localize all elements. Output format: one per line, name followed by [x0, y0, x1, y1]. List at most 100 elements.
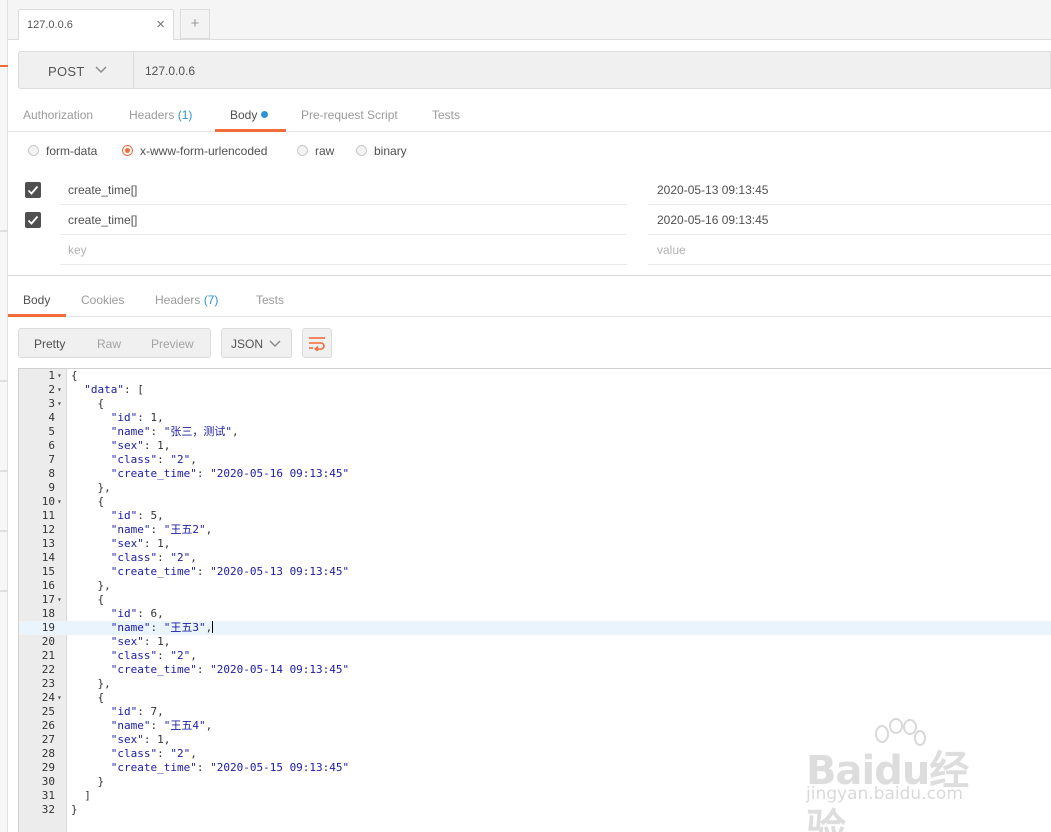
param-value[interactable]: 2020-05-16 09:13:45 [657, 213, 768, 227]
code-line: 2 ▾ "data": [ [19, 383, 1051, 397]
param-value[interactable]: 2020-05-13 09:13:45 [657, 183, 768, 197]
radio-form-data[interactable]: form-data [28, 144, 97, 158]
code-text: "id": 7, [110, 705, 164, 718]
tab-cookies[interactable]: Cookies [81, 293, 124, 307]
code-text: }, [71, 579, 111, 592]
code-line: 14 "class": "2", [19, 551, 1051, 565]
line-number: 14 [41, 551, 55, 564]
line-number: 11 [41, 509, 55, 522]
code-text: { [71, 369, 78, 382]
tab-label: Tests [256, 293, 285, 307]
code-text: "id": 6, [110, 607, 164, 620]
url-input[interactable]: 127.0.0.6 [134, 51, 1051, 89]
format-label: JSON [231, 337, 264, 351]
fold-arrow-icon[interactable]: ▾ [57, 691, 62, 705]
code-text: "create_time": "2020-05-14 09:13:45" [110, 663, 350, 676]
method-select[interactable]: POST [18, 51, 134, 89]
tab-response-body[interactable]: Body [23, 293, 50, 307]
code-line: 24 ▾ { [19, 691, 1051, 705]
baidu-watermark: Baidu经验 jingyan.baidu.com [806, 718, 1006, 832]
watermark-url: jingyan.baidu.com [806, 784, 963, 804]
line-number: 29 [41, 761, 55, 774]
text-caret [212, 621, 214, 633]
sidebar-divider [0, 590, 8, 592]
radio-binary[interactable]: binary [356, 144, 407, 158]
code-text: "name": "张三，测试", [110, 425, 239, 438]
tab-response-headers[interactable]: Headers (7) [155, 293, 218, 307]
tab-headers[interactable]: Headers (1) [129, 108, 192, 122]
param-key[interactable]: create_time[] [68, 183, 137, 197]
line-number: 27 [41, 733, 55, 746]
radio-raw[interactable]: raw [297, 144, 334, 158]
param-row-new: key value [8, 235, 1051, 265]
tab-body[interactable]: Body [230, 108, 269, 122]
param-row: create_time[] 2020-05-13 09:13:45 [8, 175, 1051, 205]
radio-circle-icon [356, 145, 367, 156]
request-tab[interactable]: 127.0.0.6 × [18, 9, 174, 40]
plus-icon[interactable]: + [180, 9, 210, 39]
checkbox-checked-icon[interactable] [25, 212, 41, 228]
response-tabs: Body Cookies Headers (7) Tests [8, 285, 1051, 317]
line-number: 10 [41, 495, 55, 508]
line-number: 18 [41, 607, 55, 620]
code-line: 19 "name": "王五3", [19, 621, 1051, 635]
line-number: 30 [41, 775, 55, 788]
radio-x-www-form-urlencoded[interactable]: x-www-form-urlencoded [122, 144, 267, 158]
view-pretty-button[interactable]: Pretty [34, 337, 65, 351]
fold-arrow-icon[interactable]: ▾ [57, 593, 62, 607]
active-tab-indicator [215, 129, 286, 132]
code-text: "data": [ [84, 383, 144, 396]
fold-arrow-icon[interactable]: ▾ [57, 369, 62, 383]
code-line: 12 "name": "王五2", [19, 523, 1051, 537]
line-number: 21 [41, 649, 55, 662]
code-text: "create_time": "2020-05-13 09:13:45" [110, 565, 350, 578]
code-line: 21 "class": "2", [19, 649, 1051, 663]
code-line: 7 "class": "2", [19, 453, 1051, 467]
key-input[interactable]: key [68, 243, 87, 257]
line-number: 4 [48, 411, 55, 424]
line-number: 17 [41, 593, 55, 606]
tab-authorization[interactable]: Authorization [23, 108, 93, 122]
line-number: 20 [41, 635, 55, 648]
line-number: 5 [48, 425, 55, 438]
code-line: 23 }, [19, 677, 1051, 691]
modified-dot-icon [261, 111, 269, 118]
radio-circle-icon [28, 145, 39, 156]
fold-arrow-icon[interactable]: ▾ [57, 383, 62, 397]
code-line: 25 "id": 7, [19, 705, 1051, 719]
close-icon[interactable]: × [156, 16, 165, 33]
text-wrap-icon [309, 337, 325, 351]
check-icon [27, 185, 39, 195]
chevron-down-icon [95, 66, 107, 73]
sidebar-divider [0, 230, 8, 232]
line-number: 13 [41, 537, 55, 550]
code-line: 10 ▾ { [19, 495, 1051, 509]
tab-test-results[interactable]: Tests [256, 293, 284, 307]
value-input[interactable]: value [657, 243, 686, 257]
line-number: 15 [41, 565, 55, 578]
sidebar-accent-mark [0, 65, 8, 67]
code-text: "id": 1, [110, 411, 164, 424]
checkbox-checked-icon[interactable] [25, 182, 41, 198]
tab-label: Pre-request Script [301, 108, 398, 122]
text-wrap-button[interactable] [302, 328, 332, 358]
active-tab-indicator [8, 314, 66, 317]
code-line: 6 "sex": 1, [19, 439, 1051, 453]
code-text: { [71, 593, 105, 606]
code-text: "create_time": "2020-05-16 09:13:45" [110, 467, 350, 480]
param-row: create_time[] 2020-05-16 09:13:45 [8, 205, 1051, 235]
tab-tests[interactable]: Tests [432, 108, 460, 122]
fold-arrow-icon[interactable]: ▾ [57, 397, 62, 411]
fold-arrow-icon[interactable]: ▾ [57, 495, 62, 509]
tab-pre-request-script[interactable]: Pre-request Script [301, 108, 398, 122]
sidebar-edge [0, 0, 8, 832]
method-label: POST [48, 64, 85, 79]
param-key[interactable]: create_time[] [68, 213, 137, 227]
view-preview-button[interactable]: Preview [151, 337, 194, 351]
row-divider [648, 264, 1051, 265]
request-tabs: Authorization Headers (1) Body Pre-reque… [8, 100, 1051, 132]
format-select[interactable]: JSON [221, 328, 292, 358]
line-number: 12 [41, 523, 55, 536]
line-number: 25 [41, 705, 55, 718]
view-raw-button[interactable]: Raw [97, 337, 121, 351]
